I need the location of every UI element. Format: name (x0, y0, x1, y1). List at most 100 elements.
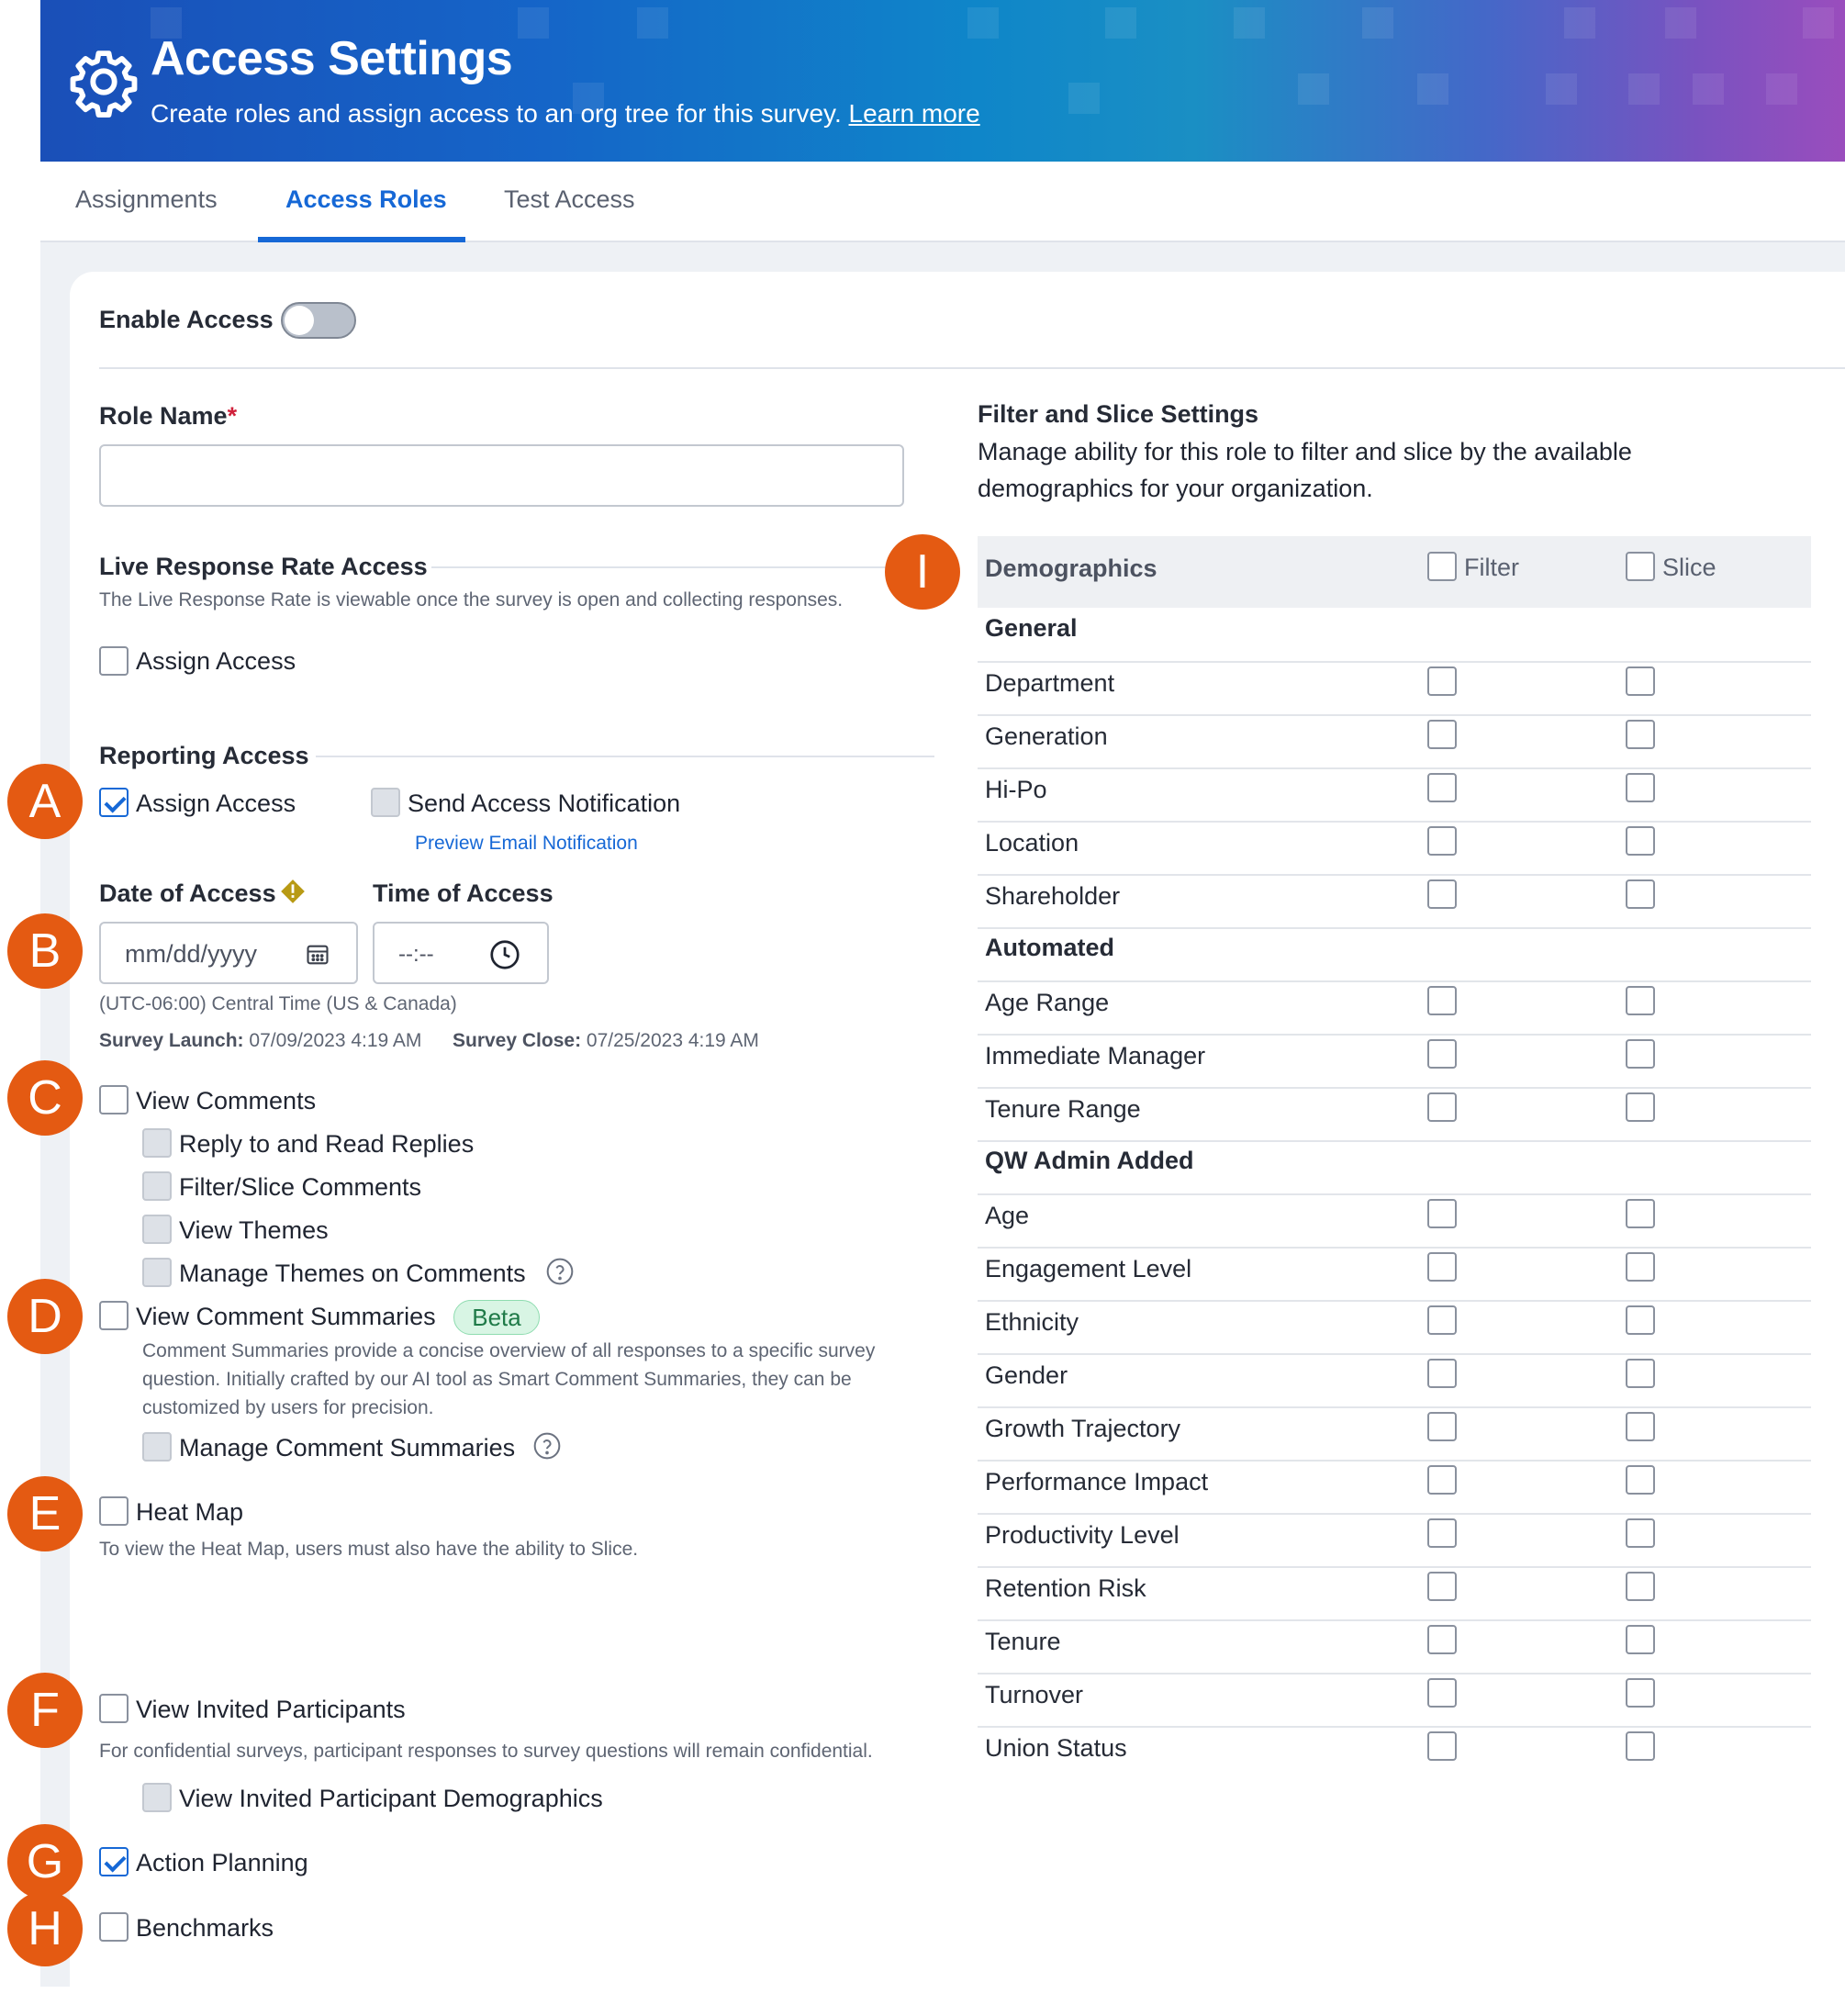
demographic-row-label: Age (985, 1202, 1030, 1229)
demographic-slice-checkbox[interactable] (1626, 1252, 1655, 1282)
send-notification-checkbox[interactable] (371, 788, 400, 817)
demographic-filter-checkbox[interactable] (1427, 879, 1457, 909)
divider (316, 756, 934, 757)
demographic-slice-checkbox[interactable] (1626, 1625, 1655, 1654)
demographic-filter-checkbox[interactable] (1427, 1518, 1457, 1548)
demographic-slice-checkbox[interactable] (1626, 986, 1655, 1015)
demographic-slice-checkbox[interactable] (1626, 1518, 1655, 1548)
tab-assignments[interactable]: Assignments (75, 185, 218, 214)
demographic-filter-checkbox[interactable] (1427, 1678, 1457, 1708)
row-divider (978, 1140, 1811, 1142)
reply-checkbox[interactable] (142, 1128, 172, 1158)
view-summaries-checkbox[interactable] (99, 1301, 129, 1330)
demographic-slice-checkbox[interactable] (1626, 1359, 1655, 1388)
demographic-slice-checkbox[interactable] (1626, 720, 1655, 749)
action-planning-checkbox[interactable] (99, 1847, 129, 1876)
survey-close-value: 07/25/2023 4:19 AM (586, 1030, 759, 1051)
callout-marker-e: E (7, 1476, 83, 1551)
manage-themes-checkbox[interactable] (142, 1258, 172, 1287)
demographic-group-label: General (985, 614, 1078, 642)
demographic-filter-checkbox[interactable] (1427, 1465, 1457, 1495)
demographic-filter-checkbox[interactable] (1427, 1359, 1457, 1388)
demographic-filter-checkbox[interactable] (1427, 1039, 1457, 1069)
demographic-filter-checkbox[interactable] (1427, 826, 1457, 856)
date-input[interactable]: mm/dd/yyyy (99, 922, 358, 984)
row-divider (978, 1353, 1811, 1355)
reporting-assign-checkbox[interactable] (99, 788, 129, 817)
divider (431, 566, 901, 568)
demographic-filter-checkbox[interactable] (1427, 1731, 1457, 1761)
demographic-filter-checkbox[interactable] (1427, 986, 1457, 1015)
demographic-filter-checkbox[interactable] (1427, 666, 1457, 696)
summaries-description-line2: question. Initially crafted by our AI to… (142, 1369, 852, 1390)
demographic-row-label: Engagement Level (985, 1255, 1192, 1282)
benchmarks-checkbox[interactable] (99, 1912, 129, 1942)
demographic-row-label: Tenure Range (985, 1095, 1141, 1123)
demographic-slice-checkbox[interactable] (1626, 1412, 1655, 1441)
demographic-slice-checkbox[interactable] (1626, 1678, 1655, 1708)
preview-email-link[interactable]: Preview Email Notification (415, 833, 638, 855)
live-response-assign-checkbox[interactable] (99, 646, 129, 676)
role-name-input[interactable] (99, 444, 904, 507)
demographic-filter-checkbox[interactable] (1427, 1572, 1457, 1601)
demographic-filter-checkbox[interactable] (1427, 1412, 1457, 1441)
summaries-description-line3: customized by users for precision. (142, 1397, 434, 1418)
filter-slice-comments-checkbox[interactable] (142, 1171, 172, 1201)
calendar-icon[interactable] (305, 942, 330, 968)
heat-map-checkbox[interactable] (99, 1496, 129, 1526)
enable-access-toggle[interactable] (281, 302, 356, 339)
demographic-slice-checkbox[interactable] (1626, 826, 1655, 856)
help-icon[interactable] (545, 1257, 575, 1286)
view-invited-label: View Invited Participants (136, 1696, 406, 1723)
learn-more-link[interactable]: Learn more (849, 99, 980, 128)
demographic-filter-checkbox[interactable] (1427, 720, 1457, 749)
role-name-label-text: Role Name (99, 402, 228, 430)
demographic-row-label: Productivity Level (985, 1521, 1180, 1549)
demographic-filter-checkbox[interactable] (1427, 1199, 1457, 1228)
gear-icon (70, 50, 138, 118)
demographic-filter-checkbox[interactable] (1427, 1625, 1457, 1654)
view-invited-demographics-checkbox[interactable] (142, 1783, 172, 1812)
callout-marker-c: C (7, 1060, 83, 1136)
demographic-slice-checkbox[interactable] (1626, 879, 1655, 909)
row-divider (978, 1247, 1811, 1249)
clock-icon[interactable] (488, 938, 521, 971)
view-themes-checkbox[interactable] (142, 1215, 172, 1244)
demographic-slice-checkbox[interactable] (1626, 1731, 1655, 1761)
row-divider (978, 1406, 1811, 1408)
required-mark: * (227, 402, 238, 430)
manage-summaries-checkbox[interactable] (142, 1432, 172, 1462)
view-themes-label: View Themes (179, 1216, 329, 1244)
warning-icon (281, 879, 305, 903)
demographic-slice-checkbox[interactable] (1626, 1305, 1655, 1335)
demographic-filter-checkbox[interactable] (1427, 773, 1457, 802)
help-icon[interactable] (532, 1431, 562, 1461)
live-response-title: Live Response Rate Access (99, 553, 428, 580)
callout-marker-d: D (7, 1279, 83, 1354)
row-divider (978, 714, 1811, 716)
demographic-slice-checkbox[interactable] (1626, 1199, 1655, 1228)
filter-all-checkbox[interactable] (1427, 552, 1457, 581)
row-divider (978, 1193, 1811, 1195)
demographic-filter-checkbox[interactable] (1427, 1252, 1457, 1282)
demographic-row-label: Generation (985, 722, 1108, 750)
view-invited-checkbox[interactable] (99, 1694, 129, 1723)
demographic-slice-checkbox[interactable] (1626, 1092, 1655, 1122)
tab-bar: Assignments Access Roles Test Access (40, 162, 1845, 242)
demographic-slice-checkbox[interactable] (1626, 1572, 1655, 1601)
time-input[interactable]: --:-- (373, 922, 549, 984)
demographic-filter-checkbox[interactable] (1427, 1305, 1457, 1335)
tab-test-access[interactable]: Test Access (504, 185, 635, 214)
slice-all-checkbox[interactable] (1626, 552, 1655, 581)
demographic-slice-checkbox[interactable] (1626, 773, 1655, 802)
demographic-slice-checkbox[interactable] (1626, 666, 1655, 696)
demographic-slice-checkbox[interactable] (1626, 1039, 1655, 1069)
timezone-text: (UTC-06:00) Central Time (US & Canada) (99, 993, 457, 1014)
demographic-filter-checkbox[interactable] (1427, 1092, 1457, 1122)
view-comments-checkbox[interactable] (99, 1085, 129, 1114)
demographic-row-label: Retention Risk (985, 1574, 1146, 1602)
live-response-description: The Live Response Rate is viewable once … (99, 589, 844, 610)
tab-access-roles[interactable]: Access Roles (285, 185, 447, 214)
filter-slice-comments-label: Filter/Slice Comments (179, 1173, 422, 1201)
demographic-slice-checkbox[interactable] (1626, 1465, 1655, 1495)
